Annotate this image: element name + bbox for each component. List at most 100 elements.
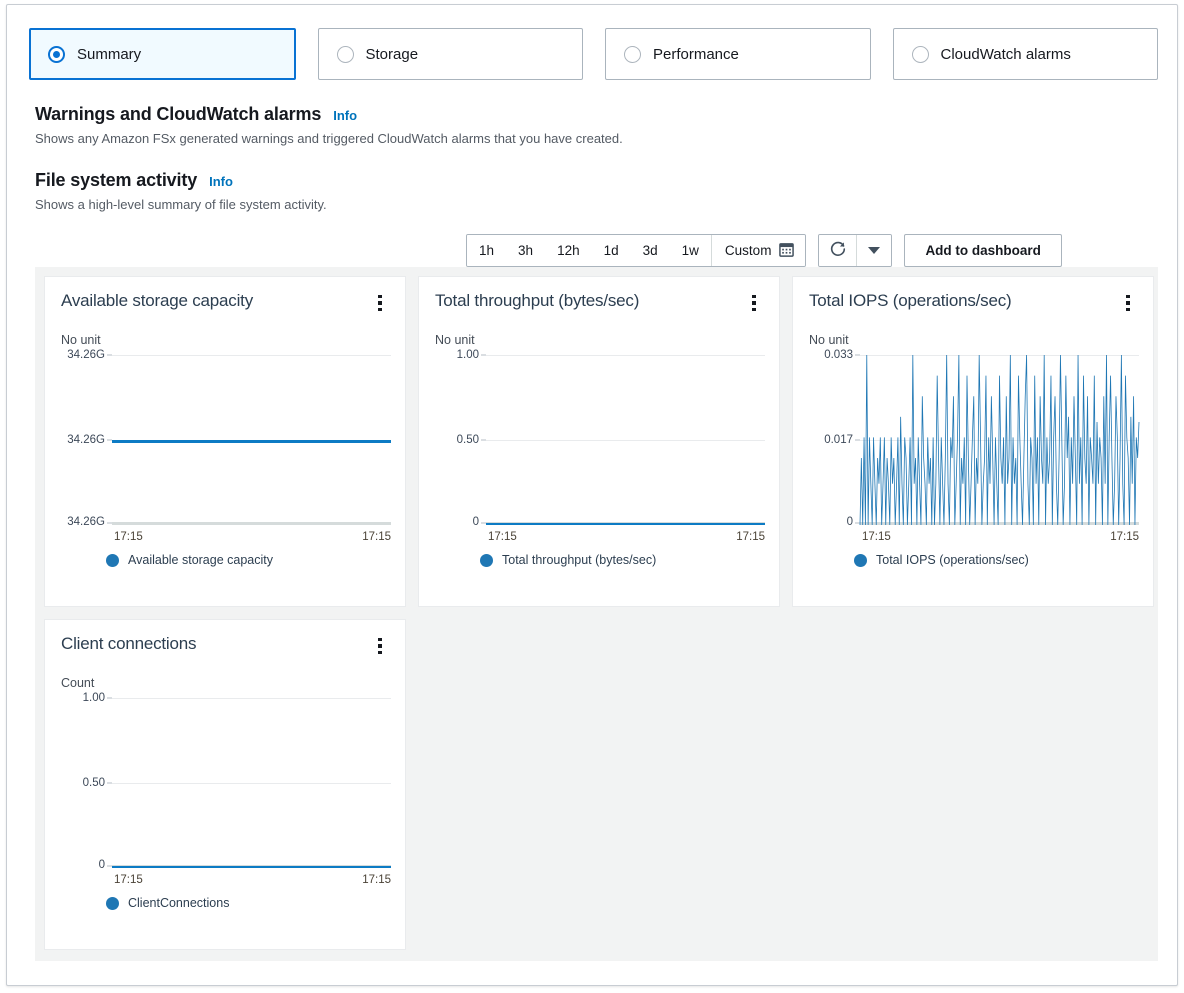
widget-title: Total throughput (bytes/sec) <box>435 291 639 311</box>
y-tick: 0.50 <box>457 434 479 446</box>
chart-legend: Total throughput (bytes/sec) <box>435 553 763 567</box>
widget-unit-label: No unit <box>435 333 763 347</box>
widget-title: Client connections <box>61 634 196 654</box>
plot-area: 34.26G 34.26G 34.26G <box>112 355 391 525</box>
time-range-12h[interactable]: 12h <box>545 235 592 266</box>
time-range-3h[interactable]: 3h <box>506 235 545 266</box>
tile-performance[interactable]: Performance <box>605 28 871 80</box>
y-tick: 34.26G <box>67 434 105 446</box>
time-range-3d[interactable]: 3d <box>631 235 670 266</box>
chevron-down-icon <box>868 247 880 254</box>
legend-color-swatch <box>106 897 119 910</box>
tile-label-performance: Performance <box>653 46 739 63</box>
warnings-section-title: Warnings and CloudWatch alarms <box>35 104 321 125</box>
plot-area: 1.00 0.50 0 <box>486 355 765 525</box>
tile-label-summary: Summary <box>77 46 141 63</box>
tile-label-storage: Storage <box>366 46 419 63</box>
calendar-icon <box>779 242 794 260</box>
x-tick: 17:15 <box>862 531 891 543</box>
time-range-custom-label: Custom <box>725 243 772 258</box>
dashboard-area: Available storage capacity No unit 34.26… <box>35 267 1158 961</box>
warnings-info-link[interactable]: Info <box>333 108 357 123</box>
y-tick: 0 <box>99 859 105 871</box>
time-range-custom[interactable]: Custom <box>711 235 806 266</box>
radio-icon-cloudwatch-alarms <box>912 46 929 63</box>
series-line <box>112 866 391 869</box>
chart-total-throughput: 1.00 0.50 0 17:15 17:15 <box>435 355 765 551</box>
time-range-1w[interactable]: 1w <box>670 235 711 266</box>
legend-color-swatch <box>480 554 493 567</box>
x-axis: 17:15 17:15 <box>860 531 1139 543</box>
x-tick: 17:15 <box>114 874 143 886</box>
y-tick: 0.017 <box>824 434 853 446</box>
tile-cloudwatch-alarms[interactable]: CloudWatch alarms <box>893 28 1159 80</box>
legend-color-swatch <box>854 554 867 567</box>
legend-label[interactable]: ClientConnections <box>128 896 229 910</box>
y-tick: 0 <box>473 516 479 528</box>
widget-client-connections: Client connections Count 1.00 0.50 0 17:… <box>44 619 406 950</box>
widget-unit-label: No unit <box>61 333 389 347</box>
radio-icon-summary <box>48 46 65 63</box>
chart-total-iops: 0.033 0.017 0 17:15 17:15 <box>809 355 1139 551</box>
warnings-section: Warnings and CloudWatch alarms Info Show… <box>35 104 623 146</box>
x-axis: 17:15 17:15 <box>486 531 765 543</box>
warnings-section-description: Shows any Amazon FSx generated warnings … <box>35 131 623 146</box>
tile-storage[interactable]: Storage <box>318 28 584 80</box>
legend-color-swatch <box>106 554 119 567</box>
y-tick: 1.00 <box>457 349 479 361</box>
activity-info-link[interactable]: Info <box>209 174 233 189</box>
x-tick: 17:15 <box>1110 531 1139 543</box>
y-tick: 0.50 <box>83 777 105 789</box>
x-tick: 17:15 <box>114 531 143 543</box>
kebab-menu-icon[interactable] <box>1119 293 1137 313</box>
widget-total-throughput: Total throughput (bytes/sec) No unit 1.0… <box>418 276 780 607</box>
x-tick: 17:15 <box>736 531 765 543</box>
plot-area: 1.00 0.50 0 <box>112 698 391 868</box>
legend-label[interactable]: Total throughput (bytes/sec) <box>502 553 656 567</box>
plot-area: 0.033 0.017 0 <box>860 355 1139 525</box>
kebab-menu-icon[interactable] <box>745 293 763 313</box>
widget-title: Available storage capacity <box>61 291 253 311</box>
radio-icon-storage <box>337 46 354 63</box>
view-selector-tiles: Summary Storage Performance CloudWatch a… <box>29 28 1158 80</box>
activity-section: File system activity Info Shows a high-l… <box>35 170 327 212</box>
widget-unit-label: Count <box>61 676 389 690</box>
series-line <box>860 355 1139 525</box>
add-to-dashboard-button[interactable]: Add to dashboard <box>904 234 1062 267</box>
refresh-button[interactable] <box>819 235 856 266</box>
x-axis: 17:15 17:15 <box>112 531 391 543</box>
chart-available-storage-capacity: 34.26G 34.26G 34.26G 17:15 17:15 <box>61 355 391 551</box>
widget-grid: Available storage capacity No unit 34.26… <box>44 276 1158 950</box>
chart-legend: Available storage capacity <box>61 553 389 567</box>
tile-summary[interactable]: Summary <box>29 28 296 80</box>
legend-label[interactable]: Available storage capacity <box>128 553 273 567</box>
refresh-icon <box>829 240 847 261</box>
chart-client-connections: 1.00 0.50 0 17:15 17:15 <box>61 698 391 894</box>
y-tick: 0 <box>847 516 853 528</box>
legend-label[interactable]: Total IOPS (operations/sec) <box>876 553 1029 567</box>
x-axis: 17:15 17:15 <box>112 874 391 886</box>
time-range-1h[interactable]: 1h <box>467 235 506 266</box>
time-range-1d[interactable]: 1d <box>592 235 631 266</box>
time-range-toolbar: 1h 3h 12h 1d 3d 1w Custom <box>466 234 1062 267</box>
chart-legend: Total IOPS (operations/sec) <box>809 553 1137 567</box>
time-range-segmented-group: 1h 3h 12h 1d 3d 1w Custom <box>466 234 806 267</box>
tile-label-cloudwatch-alarms: CloudWatch alarms <box>941 46 1071 63</box>
series-line <box>112 440 391 443</box>
radio-icon-performance <box>624 46 641 63</box>
series-line <box>486 523 765 526</box>
kebab-menu-icon[interactable] <box>371 636 389 656</box>
y-tick: 34.26G <box>67 349 105 361</box>
widget-title: Total IOPS (operations/sec) <box>809 291 1011 311</box>
activity-section-title: File system activity <box>35 170 197 191</box>
widget-total-iops: Total IOPS (operations/sec) No unit 0.03… <box>792 276 1154 607</box>
y-tick: 0.033 <box>824 349 853 361</box>
x-tick: 17:15 <box>488 531 517 543</box>
widget-available-storage-capacity: Available storage capacity No unit 34.26… <box>44 276 406 607</box>
x-tick: 17:15 <box>362 531 391 543</box>
refresh-interval-dropdown-button[interactable] <box>856 235 891 266</box>
widget-unit-label: No unit <box>809 333 1137 347</box>
activity-section-description: Shows a high-level summary of file syste… <box>35 197 327 212</box>
kebab-menu-icon[interactable] <box>371 293 389 313</box>
chart-legend: ClientConnections <box>61 896 389 910</box>
